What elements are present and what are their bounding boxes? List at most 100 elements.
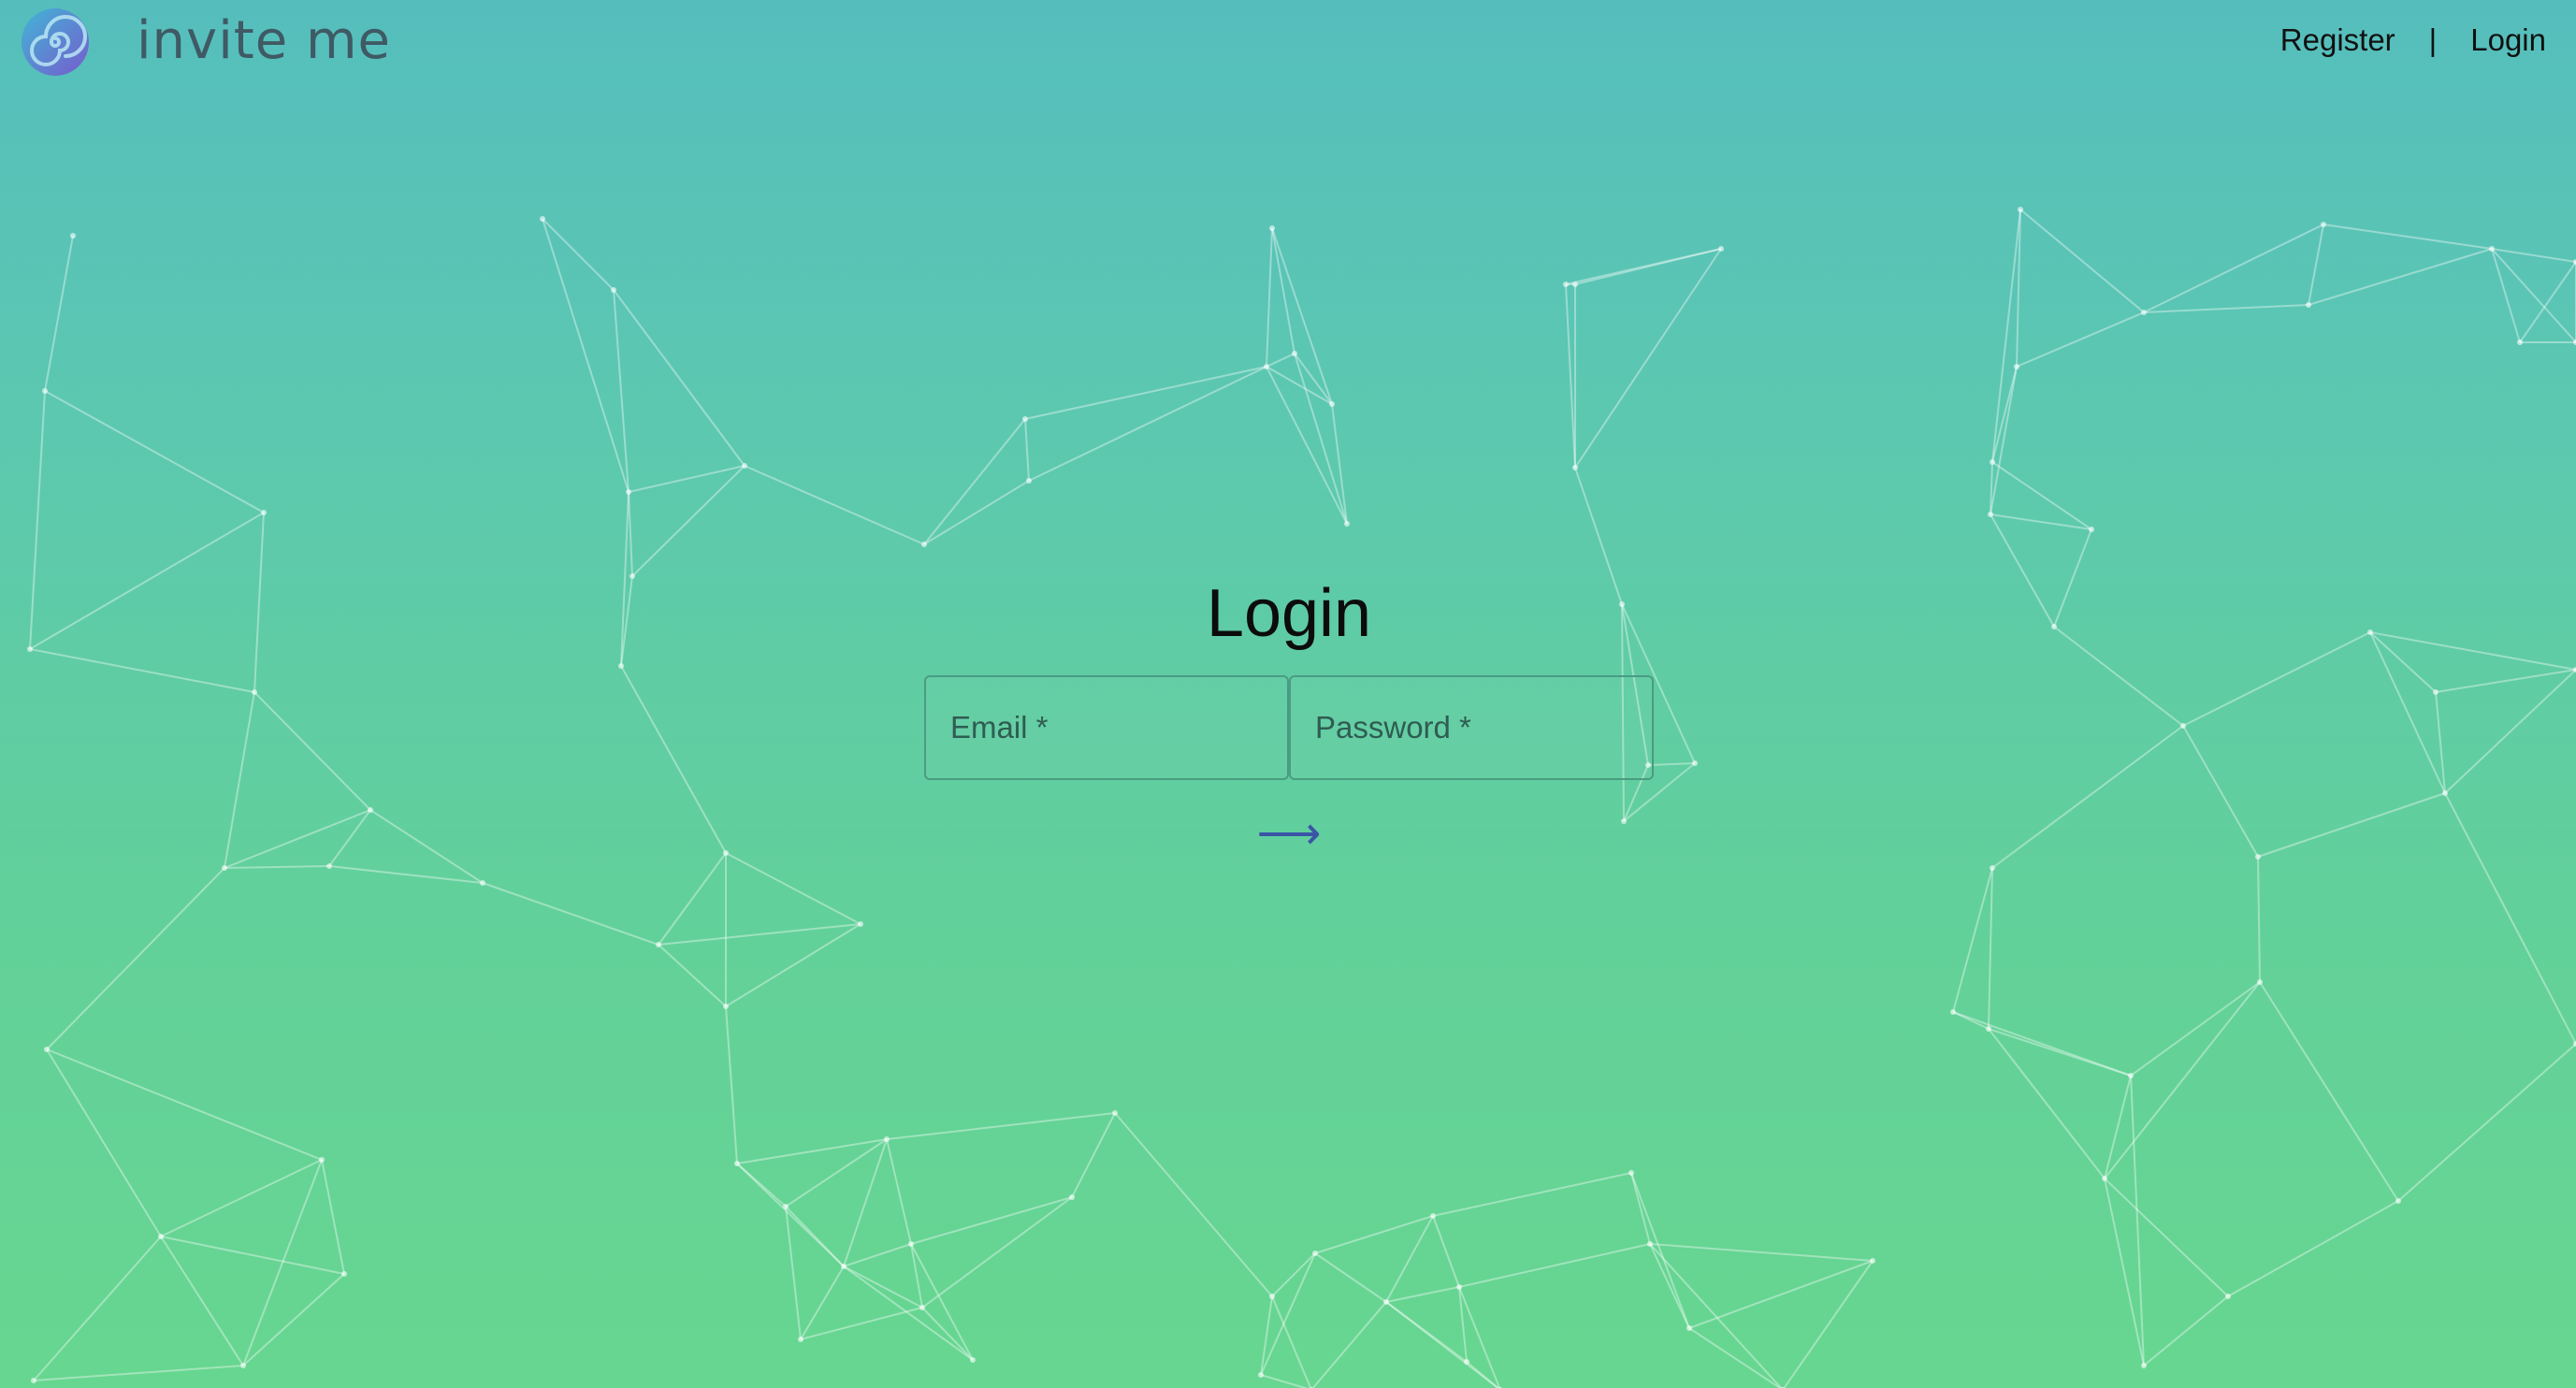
network-edge (910, 1243, 974, 1361)
network-node (480, 880, 485, 886)
network-edge (613, 289, 630, 493)
network-node (326, 863, 332, 869)
network-node (1264, 364, 1269, 369)
network-node (70, 233, 76, 239)
network-node (1692, 760, 1698, 766)
network-node (1258, 1372, 1264, 1378)
network-node (798, 1337, 803, 1342)
network-edge (2053, 626, 2184, 727)
network-edge (1990, 513, 2092, 530)
network-edge (910, 1196, 1073, 1245)
network-node (2255, 854, 2261, 860)
network-edge (2257, 792, 2446, 858)
network-edge (1649, 1243, 1874, 1262)
network-node (2367, 629, 2373, 635)
network-edge (725, 1005, 738, 1164)
network-edge (1988, 867, 1993, 1030)
network-node (656, 942, 661, 947)
network-node (2102, 1176, 2107, 1181)
network-node (1718, 246, 1724, 252)
network-edge (44, 235, 74, 392)
network-edge (2257, 856, 2261, 983)
network-edge (1630, 1172, 1690, 1329)
network-node (1344, 521, 1350, 527)
network-node (2442, 790, 2448, 796)
network-node (44, 1047, 50, 1052)
network-edge (2104, 981, 2261, 1179)
network-node (2141, 310, 2147, 315)
network-edge (2053, 528, 2092, 628)
email-field[interactable] (924, 675, 1289, 780)
network-edge (886, 1138, 912, 1245)
network-edge (725, 852, 861, 925)
spiral-logo-icon[interactable] (19, 6, 92, 79)
network-edge (1271, 1295, 1312, 1388)
network-node (1990, 459, 1995, 465)
network-node (1870, 1258, 1875, 1264)
network-edge (1647, 762, 1696, 766)
network-node (723, 850, 729, 856)
network-edge (921, 1307, 974, 1361)
network-node (2489, 246, 2495, 252)
network-edge (785, 1206, 802, 1340)
password-field[interactable] (1289, 675, 1654, 780)
network-edge (1311, 1301, 1387, 1388)
network-edge (628, 465, 745, 493)
network-node (2051, 624, 2057, 629)
network-edge (1314, 1252, 1387, 1303)
network-edge (736, 1138, 888, 1164)
network-node (1950, 1009, 1956, 1015)
brand-name[interactable]: invite me (137, 7, 391, 75)
network-edge (2182, 725, 2259, 858)
network-edge (1565, 248, 1722, 285)
network-edge (658, 944, 727, 1007)
network-node (1456, 1284, 1462, 1290)
network-edge (1432, 1215, 1460, 1288)
network-edge (1385, 1286, 1460, 1303)
network-edge (2491, 248, 2521, 343)
network-node (368, 807, 373, 813)
network-edge (2519, 261, 2576, 343)
network-edge (542, 218, 630, 493)
network-edge (1988, 1028, 2132, 1077)
network-edge (2143, 304, 2309, 313)
network-edge (2397, 1043, 2576, 1202)
network-node (2128, 1073, 2134, 1078)
network-edge (2444, 792, 2576, 1045)
network-edge (1331, 403, 1348, 525)
network-edge (253, 512, 265, 693)
network-edge (1266, 227, 1273, 368)
network-node (252, 689, 257, 695)
network-edge (2369, 631, 2437, 693)
network-edge (923, 418, 1026, 545)
network-node (1312, 1251, 1318, 1256)
network-edge (1271, 227, 1295, 354)
login-link[interactable]: Login (2470, 17, 2546, 64)
register-link[interactable]: Register (2280, 17, 2395, 64)
network-edge (2104, 1178, 2145, 1366)
network-edge (1574, 248, 1722, 469)
network-edge (2130, 1075, 2145, 1366)
network-node (1464, 1359, 1469, 1365)
network-edge (1028, 366, 1267, 482)
network-edge (29, 512, 265, 650)
submit-button[interactable]: ⟶ (1248, 806, 1331, 862)
network-edge (613, 289, 745, 467)
network-edge (886, 1112, 1116, 1140)
network-edge (658, 852, 727, 946)
network-edge (1783, 1260, 1874, 1388)
network-node (723, 1004, 729, 1009)
network-edge (628, 491, 633, 577)
network-edge (843, 1243, 912, 1267)
network-edge (2308, 248, 2493, 306)
network-edge (2130, 981, 2261, 1077)
network-edge (253, 691, 371, 811)
network-edge (1432, 1172, 1632, 1217)
network-edge (242, 1273, 345, 1366)
network-edge (33, 1236, 162, 1381)
network-edge (46, 1048, 323, 1161)
network-edge (160, 1236, 244, 1366)
network-node (2257, 979, 2263, 985)
network-node (1647, 1241, 1653, 1247)
nav-separator: | (2428, 22, 2438, 57)
